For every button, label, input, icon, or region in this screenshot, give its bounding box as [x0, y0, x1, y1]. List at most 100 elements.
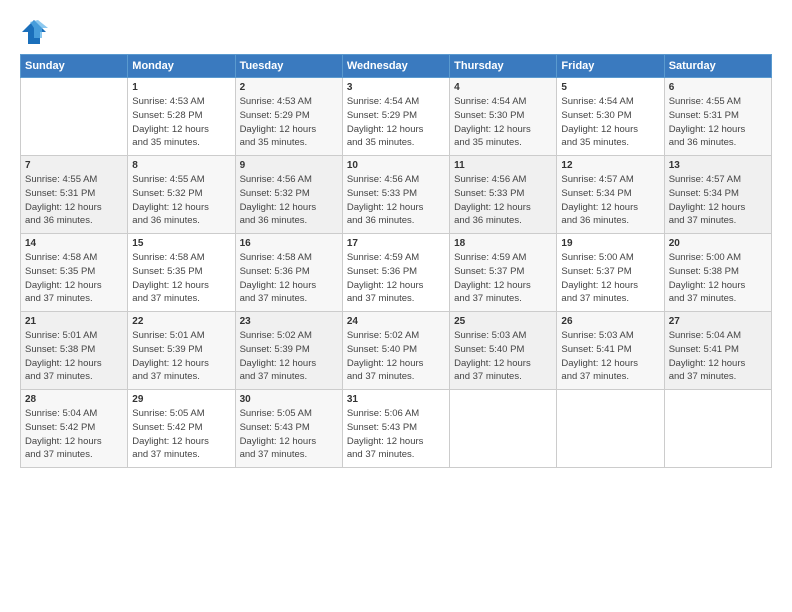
day-number: 31: [347, 394, 445, 405]
day-number: 5: [561, 82, 659, 93]
day-number: 20: [669, 238, 767, 249]
day-cell: 29 Sunrise: 5:05 AM Sunset: 5:42 PM Dayli…: [128, 390, 235, 468]
day-number: 21: [25, 316, 123, 327]
day-cell: 23 Sunrise: 5:02 AM Sunset: 5:39 PM Dayli…: [235, 312, 342, 390]
day-cell: 7 Sunrise: 4:55 AM Sunset: 5:31 PM Daylig…: [21, 156, 128, 234]
day-info: Sunrise: 4:57 AM Sunset: 5:34 PM Dayligh…: [669, 173, 767, 228]
logo: [20, 18, 52, 46]
weekday-header-sunday: Sunday: [21, 55, 128, 78]
day-cell: 16 Sunrise: 4:58 AM Sunset: 5:36 PM Dayli…: [235, 234, 342, 312]
day-number: 16: [240, 238, 338, 249]
day-info: Sunrise: 5:02 AM Sunset: 5:40 PM Dayligh…: [347, 329, 445, 384]
day-cell: 31 Sunrise: 5:06 AM Sunset: 5:43 PM Dayli…: [342, 390, 449, 468]
day-number: 14: [25, 238, 123, 249]
day-cell: 2 Sunrise: 4:53 AM Sunset: 5:29 PM Daylig…: [235, 78, 342, 156]
day-number: 22: [132, 316, 230, 327]
day-cell: 3 Sunrise: 4:54 AM Sunset: 5:29 PM Daylig…: [342, 78, 449, 156]
day-cell: 5Sunrise: 4:54 AM Sunset: 5:30 PM Daylig…: [557, 78, 664, 156]
day-number: 6: [669, 82, 767, 93]
day-info: Sunrise: 5:05 AM Sunset: 5:43 PM Dayligh…: [240, 407, 338, 462]
day-info: Sunrise: 4:56 AM Sunset: 5:32 PM Dayligh…: [240, 173, 338, 228]
day-info: Sunrise: 5:02 AM Sunset: 5:39 PM Dayligh…: [240, 329, 338, 384]
day-number: 26: [561, 316, 659, 327]
day-info: Sunrise: 4:59 AM Sunset: 5:36 PM Dayligh…: [347, 251, 445, 306]
day-cell: [450, 390, 557, 468]
day-number: 29: [132, 394, 230, 405]
day-info: Sunrise: 4:55 AM Sunset: 5:31 PM Dayligh…: [669, 95, 767, 150]
day-cell: 15 Sunrise: 4:58 AM Sunset: 5:35 PM Dayli…: [128, 234, 235, 312]
day-info: Sunrise: 4:55 AM Sunset: 5:31 PM Dayligh…: [25, 173, 123, 228]
day-number: 19: [561, 238, 659, 249]
calendar-table: SundayMondayTuesdayWednesdayThursdayFrid…: [20, 54, 772, 468]
day-info: Sunrise: 4:54 AM Sunset: 5:29 PM Dayligh…: [347, 95, 445, 150]
day-info: Sunrise: 4:57 AM Sunset: 5:34 PM Dayligh…: [561, 173, 659, 228]
day-info: Sunrise: 5:03 AM Sunset: 5:40 PM Dayligh…: [454, 329, 552, 384]
day-info: Sunrise: 4:56 AM Sunset: 5:33 PM Dayligh…: [454, 173, 552, 228]
day-info: Sunrise: 5:06 AM Sunset: 5:43 PM Dayligh…: [347, 407, 445, 462]
weekday-header-row: SundayMondayTuesdayWednesdayThursdayFrid…: [21, 55, 772, 78]
day-number: 18: [454, 238, 552, 249]
day-info: Sunrise: 5:04 AM Sunset: 5:42 PM Dayligh…: [25, 407, 123, 462]
weekday-header-saturday: Saturday: [664, 55, 771, 78]
day-cell: 17 Sunrise: 4:59 AM Sunset: 5:36 PM Dayli…: [342, 234, 449, 312]
day-info: Sunrise: 5:05 AM Sunset: 5:42 PM Dayligh…: [132, 407, 230, 462]
day-info: Sunrise: 4:53 AM Sunset: 5:29 PM Dayligh…: [240, 95, 338, 150]
week-row-4: 21 Sunrise: 5:01 AM Sunset: 5:38 PM Dayli…: [21, 312, 772, 390]
day-number: 30: [240, 394, 338, 405]
weekday-header-thursday: Thursday: [450, 55, 557, 78]
day-cell: [21, 78, 128, 156]
week-row-2: 7 Sunrise: 4:55 AM Sunset: 5:31 PM Daylig…: [21, 156, 772, 234]
day-cell: 19Sunrise: 5:00 AM Sunset: 5:37 PM Dayli…: [557, 234, 664, 312]
day-number: 11: [454, 160, 552, 171]
day-cell: 6 Sunrise: 4:55 AM Sunset: 5:31 PM Daylig…: [664, 78, 771, 156]
day-number: 24: [347, 316, 445, 327]
day-number: 15: [132, 238, 230, 249]
day-number: 7: [25, 160, 123, 171]
day-number: 8: [132, 160, 230, 171]
day-number: 25: [454, 316, 552, 327]
day-info: Sunrise: 5:01 AM Sunset: 5:38 PM Dayligh…: [25, 329, 123, 384]
day-info: Sunrise: 4:58 AM Sunset: 5:36 PM Dayligh…: [240, 251, 338, 306]
day-cell: 20 Sunrise: 5:00 AM Sunset: 5:38 PM Dayli…: [664, 234, 771, 312]
day-cell: 30 Sunrise: 5:05 AM Sunset: 5:43 PM Dayli…: [235, 390, 342, 468]
day-cell: [664, 390, 771, 468]
day-info: Sunrise: 5:01 AM Sunset: 5:39 PM Dayligh…: [132, 329, 230, 384]
day-cell: 28 Sunrise: 5:04 AM Sunset: 5:42 PM Dayli…: [21, 390, 128, 468]
day-info: Sunrise: 4:53 AM Sunset: 5:28 PM Dayligh…: [132, 95, 230, 150]
day-cell: 22 Sunrise: 5:01 AM Sunset: 5:39 PM Dayli…: [128, 312, 235, 390]
day-number: 1: [132, 82, 230, 93]
calendar-page: SundayMondayTuesdayWednesdayThursdayFrid…: [0, 0, 792, 612]
day-number: 9: [240, 160, 338, 171]
day-cell: 25 Sunrise: 5:03 AM Sunset: 5:40 PM Dayli…: [450, 312, 557, 390]
day-info: Sunrise: 4:58 AM Sunset: 5:35 PM Dayligh…: [132, 251, 230, 306]
day-info: Sunrise: 5:00 AM Sunset: 5:38 PM Dayligh…: [669, 251, 767, 306]
day-number: 2: [240, 82, 338, 93]
day-cell: 13 Sunrise: 4:57 AM Sunset: 5:34 PM Dayli…: [664, 156, 771, 234]
day-cell: 9 Sunrise: 4:56 AM Sunset: 5:32 PM Daylig…: [235, 156, 342, 234]
day-number: 4: [454, 82, 552, 93]
day-info: Sunrise: 5:04 AM Sunset: 5:41 PM Dayligh…: [669, 329, 767, 384]
day-cell: [557, 390, 664, 468]
day-number: 23: [240, 316, 338, 327]
day-number: 12: [561, 160, 659, 171]
day-number: 28: [25, 394, 123, 405]
day-number: 3: [347, 82, 445, 93]
day-number: 17: [347, 238, 445, 249]
week-row-3: 14 Sunrise: 4:58 AM Sunset: 5:35 PM Dayli…: [21, 234, 772, 312]
day-cell: 8Sunrise: 4:55 AM Sunset: 5:32 PM Daylig…: [128, 156, 235, 234]
day-cell: 1 Sunrise: 4:53 AM Sunset: 5:28 PM Daylig…: [128, 78, 235, 156]
day-number: 13: [669, 160, 767, 171]
day-info: Sunrise: 4:56 AM Sunset: 5:33 PM Dayligh…: [347, 173, 445, 228]
day-cell: 26 Sunrise: 5:03 AM Sunset: 5:41 PM Dayli…: [557, 312, 664, 390]
day-cell: 14Sunrise: 4:58 AM Sunset: 5:35 PM Dayli…: [21, 234, 128, 312]
day-cell: 24 Sunrise: 5:02 AM Sunset: 5:40 PM Dayli…: [342, 312, 449, 390]
week-row-5: 28 Sunrise: 5:04 AM Sunset: 5:42 PM Dayli…: [21, 390, 772, 468]
day-info: Sunrise: 4:54 AM Sunset: 5:30 PM Dayligh…: [454, 95, 552, 150]
day-info: Sunrise: 5:03 AM Sunset: 5:41 PM Dayligh…: [561, 329, 659, 384]
weekday-header-friday: Friday: [557, 55, 664, 78]
logo-icon: [20, 18, 48, 46]
weekday-header-wednesday: Wednesday: [342, 55, 449, 78]
day-number: 10: [347, 160, 445, 171]
day-number: 27: [669, 316, 767, 327]
day-cell: 18Sunrise: 4:59 AM Sunset: 5:37 PM Dayli…: [450, 234, 557, 312]
